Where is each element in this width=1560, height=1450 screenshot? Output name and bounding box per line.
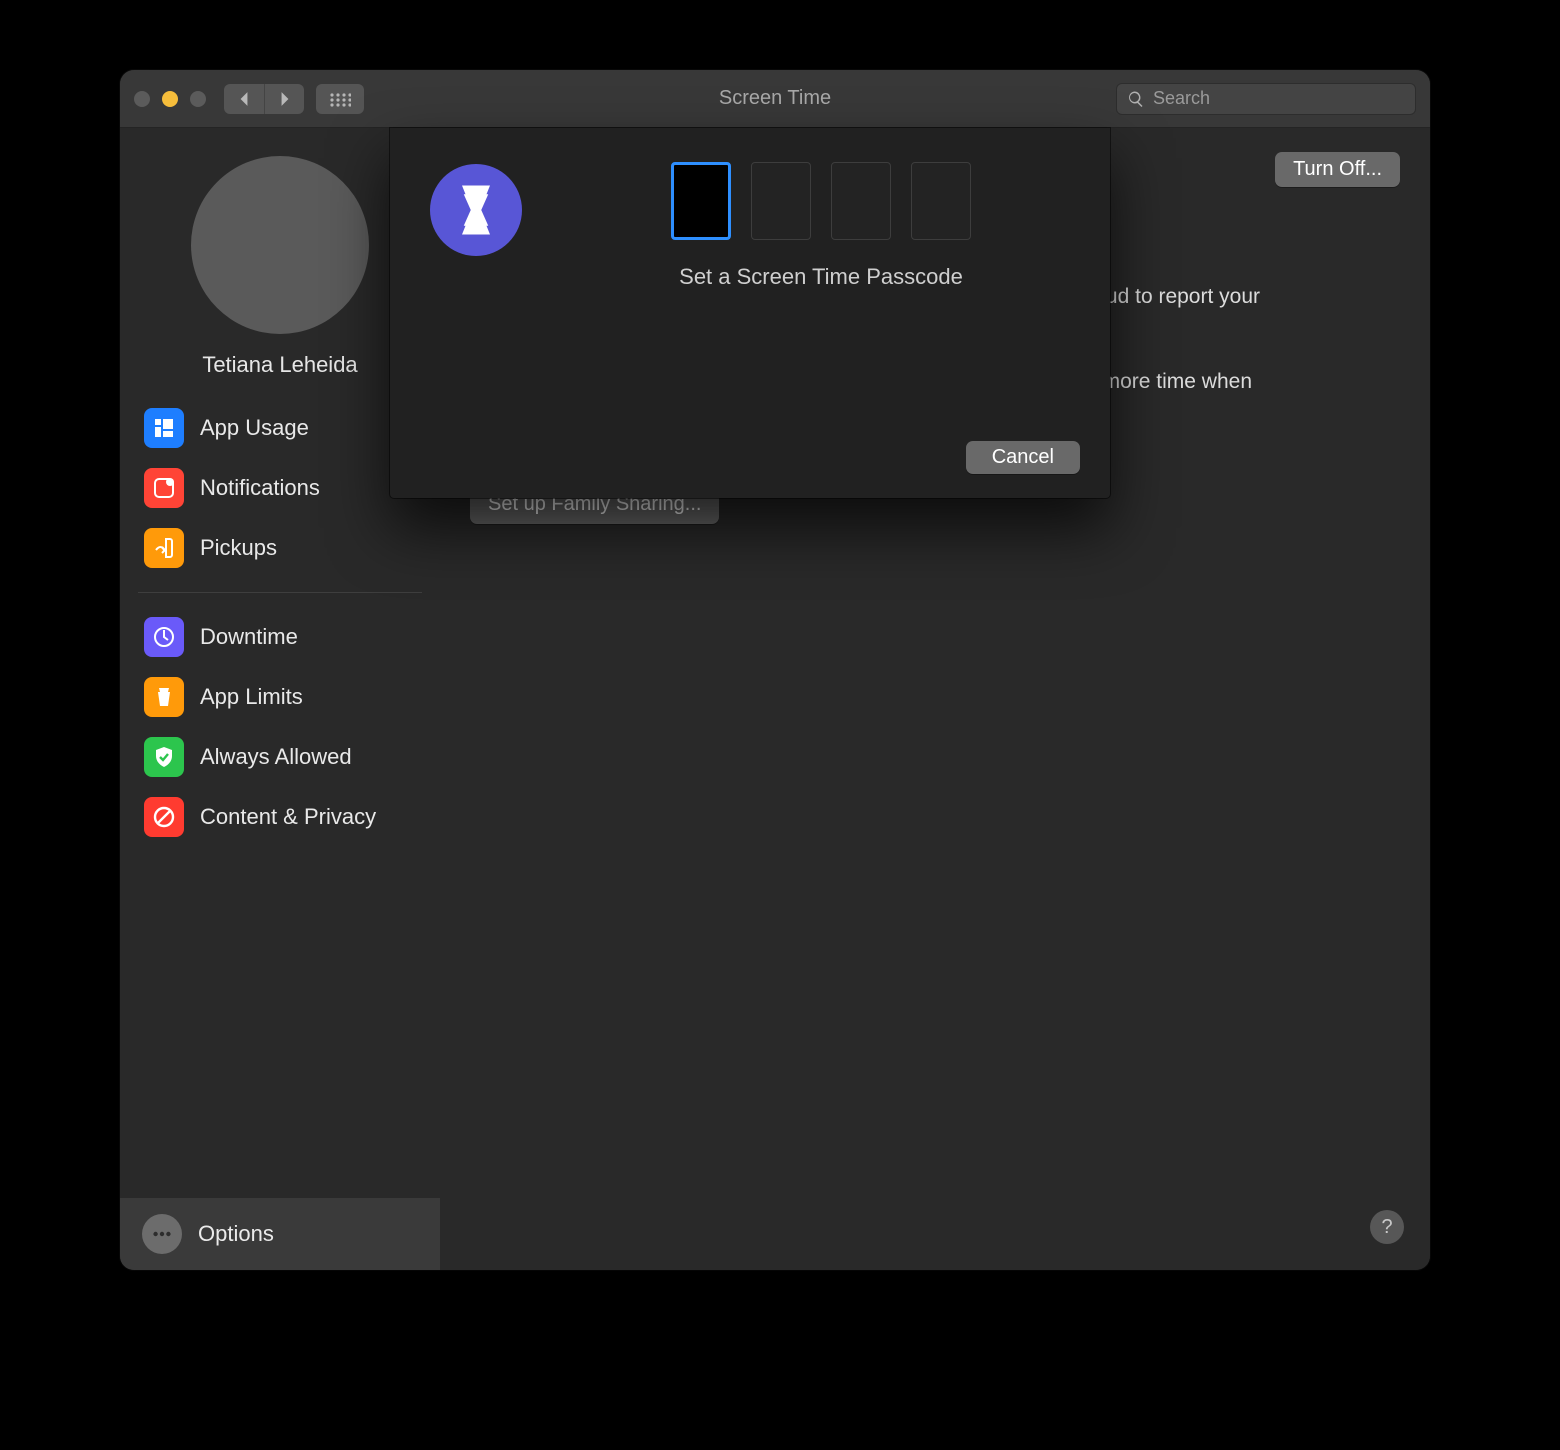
search-field[interactable]: [1116, 83, 1416, 115]
minimize-window-icon[interactable]: [162, 91, 178, 107]
passcode-digit-2[interactable]: [751, 162, 811, 240]
cancel-button[interactable]: Cancel: [966, 441, 1080, 474]
turn-off-button[interactable]: Turn Off...: [1275, 152, 1400, 187]
always-allowed-icon: [144, 737, 184, 777]
downtime-icon: [144, 617, 184, 657]
search-input[interactable]: [1153, 88, 1405, 109]
app-limits-icon: [144, 677, 184, 717]
close-window-icon[interactable]: [134, 91, 150, 107]
options-icon: [142, 1214, 182, 1254]
titlebar: Screen Time: [120, 70, 1430, 128]
sidebar-item-downtime[interactable]: Downtime: [138, 607, 422, 667]
app-usage-icon: [144, 408, 184, 448]
sidebar-item-label: Pickups: [200, 535, 277, 561]
user-avatar: [191, 156, 369, 334]
pickups-icon: [144, 528, 184, 568]
sidebar-item-label: Options: [198, 1221, 274, 1247]
sidebar-item-label: Notifications: [200, 475, 320, 501]
help-button[interactable]: ?: [1370, 1210, 1404, 1244]
sidebar-item-notifications[interactable]: Notifications: [138, 458, 422, 518]
traffic-lights: [134, 91, 206, 107]
sidebar-item-options[interactable]: Options: [120, 1198, 440, 1270]
sidebar-item-always-allowed[interactable]: Always Allowed: [138, 727, 422, 787]
passcode-digit-3[interactable]: [831, 162, 891, 240]
sidebar-item-label: Downtime: [200, 624, 298, 650]
sidebar-item-label: Content & Privacy: [200, 804, 376, 830]
show-all-button[interactable]: [316, 84, 364, 114]
sidebar-divider: [138, 592, 422, 593]
notifications-icon: [144, 468, 184, 508]
sidebar-item-label: Always Allowed: [200, 744, 352, 770]
passcode-digit-4[interactable]: [911, 162, 971, 240]
passcode-sheet: Set a Screen Time Passcode Cancel: [390, 128, 1110, 498]
passcode-digit-1[interactable]: [671, 162, 731, 240]
sidebar-item-pickups[interactable]: Pickups: [138, 518, 422, 578]
forward-button[interactable]: [264, 84, 304, 114]
sidebar-item-label: App Limits: [200, 684, 303, 710]
sidebar-item-content-privacy[interactable]: Content & Privacy: [138, 787, 422, 847]
nav-buttons: [224, 84, 304, 114]
preferences-window: Screen Time Tetiana Leheida: [120, 70, 1430, 1270]
sidebar-item-app-usage[interactable]: App Usage: [138, 398, 422, 458]
passcode-input-row: [671, 162, 971, 240]
content-privacy-icon: [144, 797, 184, 837]
passcode-caption: Set a Screen Time Passcode: [679, 264, 963, 290]
screen-time-icon: [430, 164, 522, 256]
zoom-window-icon[interactable]: [190, 91, 206, 107]
sidebar-item-label: App Usage: [200, 415, 309, 441]
back-button[interactable]: [224, 84, 264, 114]
sidebar-item-app-limits[interactable]: App Limits: [138, 667, 422, 727]
user-name: Tetiana Leheida: [202, 352, 357, 378]
